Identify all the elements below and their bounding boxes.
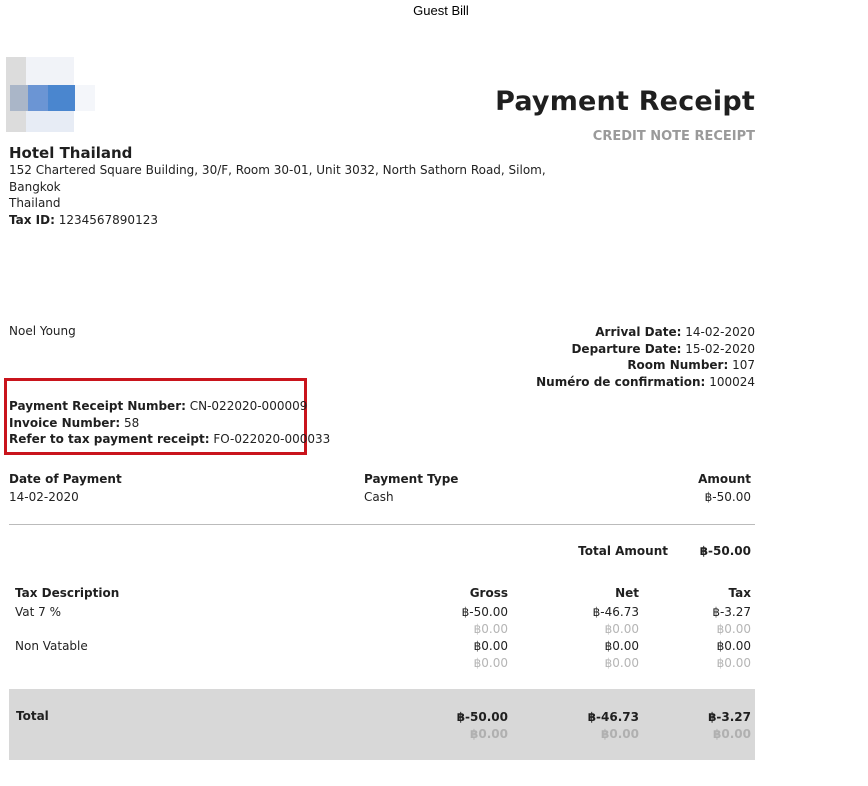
tax-total-net: ฿-46.73 ฿0.00 [588, 709, 639, 742]
payment-type-header: Payment Type [364, 472, 459, 486]
departure-date-label: Departure Date: [571, 341, 682, 356]
tax-row-gross: ฿0.00 ฿0.00 [474, 638, 508, 671]
tax-receipt-ref-value: FO-022020-000033 [213, 432, 331, 446]
tax-total-label: Total [16, 709, 49, 723]
tax-row-tax-sub: ฿0.00 [716, 655, 751, 670]
payment-amount-cell: ฿-50.00 [704, 490, 751, 504]
company-block: Hotel Thailand 152 Chartered Square Buil… [9, 145, 546, 228]
tax-row-gross-sub: ฿0.00 [473, 621, 508, 636]
tax-row-gross-sub: ฿0.00 [473, 655, 508, 670]
tax-row-net-value: ฿-46.73 [592, 605, 639, 619]
tax-tax-header: Tax [728, 586, 751, 600]
arrival-date: Arrival Date: 14-02-2020 [536, 324, 755, 341]
tax-total-net-value: ฿-46.73 [587, 710, 639, 724]
company-address-line2: Bangkok [9, 179, 61, 194]
confirmation-number-label: Numéro de confirmation: [536, 374, 706, 389]
divider [9, 524, 755, 525]
tax-id-label: Tax ID: [9, 212, 55, 227]
receipt-number-value: CN-022020-000009 [189, 399, 308, 413]
company-name: Hotel Thailand [9, 144, 133, 162]
arrival-date-label: Arrival Date: [595, 325, 682, 339]
tax-total-row: Total ฿-50.00 ฿0.00 ฿-46.73 ฿0.00 ฿-3.27… [9, 689, 755, 760]
invoice-number-label: Invoice Number: [9, 415, 121, 430]
tax-total-tax: ฿-3.27 ฿0.00 [708, 709, 751, 742]
room-number-label: Room Number: [627, 358, 729, 372]
total-amount-value: ฿-50.00 [699, 544, 751, 558]
hotel-logo [6, 57, 96, 132]
tax-row-tax-value: ฿0.00 [716, 639, 751, 653]
tax-row-net-value: ฿0.00 [604, 639, 639, 653]
departure-date: Departure Date: 15-02-2020 [536, 341, 755, 358]
receipt-references: Payment Receipt Number: CN-022020-000009… [9, 398, 330, 448]
confirmation-number: Numéro de confirmation: 100024 [536, 374, 755, 391]
tax-row-gross: ฿-50.00 ฿0.00 [462, 604, 508, 637]
room-number-value: 107 [732, 358, 755, 372]
document-title: Payment Receipt [495, 86, 755, 117]
tax-row-net: ฿0.00 ฿0.00 [605, 638, 639, 671]
payment-date-header: Date of Payment [9, 472, 122, 486]
tax-id-value: 1234567890123 [58, 212, 158, 227]
tax-row-tax-sub: ฿0.00 [716, 621, 751, 636]
company-address-line3: Thailand [9, 196, 61, 210]
payment-type-cell: Cash [364, 490, 394, 504]
tax-row-gross-value: ฿0.00 [473, 639, 508, 653]
confirmation-number-value: 100024 [709, 374, 755, 389]
tax-row-net-sub: ฿0.00 [604, 655, 639, 670]
company-address-line1: 152 Chartered Square Building, 30/F, Roo… [9, 163, 546, 177]
tax-total-net-sub: ฿0.00 [601, 726, 639, 741]
receipt-number-label: Payment Receipt Number: [9, 399, 186, 413]
invoice-number-value: 58 [123, 415, 140, 430]
document-subtitle: CREDIT NOTE RECEIPT [592, 129, 755, 144]
payment-date-cell: 14-02-2020 [9, 490, 79, 504]
departure-date-value: 15-02-2020 [685, 341, 755, 356]
tax-total-gross-sub: ฿0.00 [470, 726, 508, 741]
tax-row-net: ฿-46.73 ฿0.00 [593, 604, 639, 637]
tax-row-description: Non Vatable [15, 639, 88, 653]
stay-details: Arrival Date: 14-02-2020 Departure Date:… [536, 324, 755, 390]
tax-total-gross-value: ฿-50.00 [456, 710, 508, 724]
tax-total-tax-sub: ฿0.00 [713, 726, 751, 741]
total-amount-label: Total Amount [578, 544, 668, 558]
tax-total-tax-value: ฿-3.27 [708, 710, 751, 724]
tax-row-tax-value: ฿-3.27 [712, 605, 751, 619]
tax-receipt-ref-label: Refer to tax payment receipt: [9, 432, 210, 446]
tax-total-gross: ฿-50.00 ฿0.00 [457, 709, 508, 742]
tax-row-tax: ฿-3.27 ฿0.00 [712, 604, 751, 637]
tax-row-description: Vat 7 % [15, 605, 62, 619]
arrival-date-value: 14-02-2020 [685, 325, 755, 339]
tax-gross-header: Gross [469, 586, 508, 600]
tax-row-gross-value: ฿-50.00 [461, 605, 508, 619]
company-tax-id: Tax ID: 1234567890123 [9, 212, 546, 229]
window-title: Guest Bill [413, 3, 469, 18]
room-number: Room Number: 107 [536, 357, 755, 374]
tax-row-tax: ฿0.00 ฿0.00 [717, 638, 751, 671]
guest-name: Noel Young [9, 324, 76, 338]
tax-description-header: Tax Description [15, 586, 120, 600]
tax-row-net-sub: ฿0.00 [604, 621, 639, 636]
payment-amount-header: Amount [698, 472, 751, 486]
tax-net-header: Net [615, 586, 639, 600]
